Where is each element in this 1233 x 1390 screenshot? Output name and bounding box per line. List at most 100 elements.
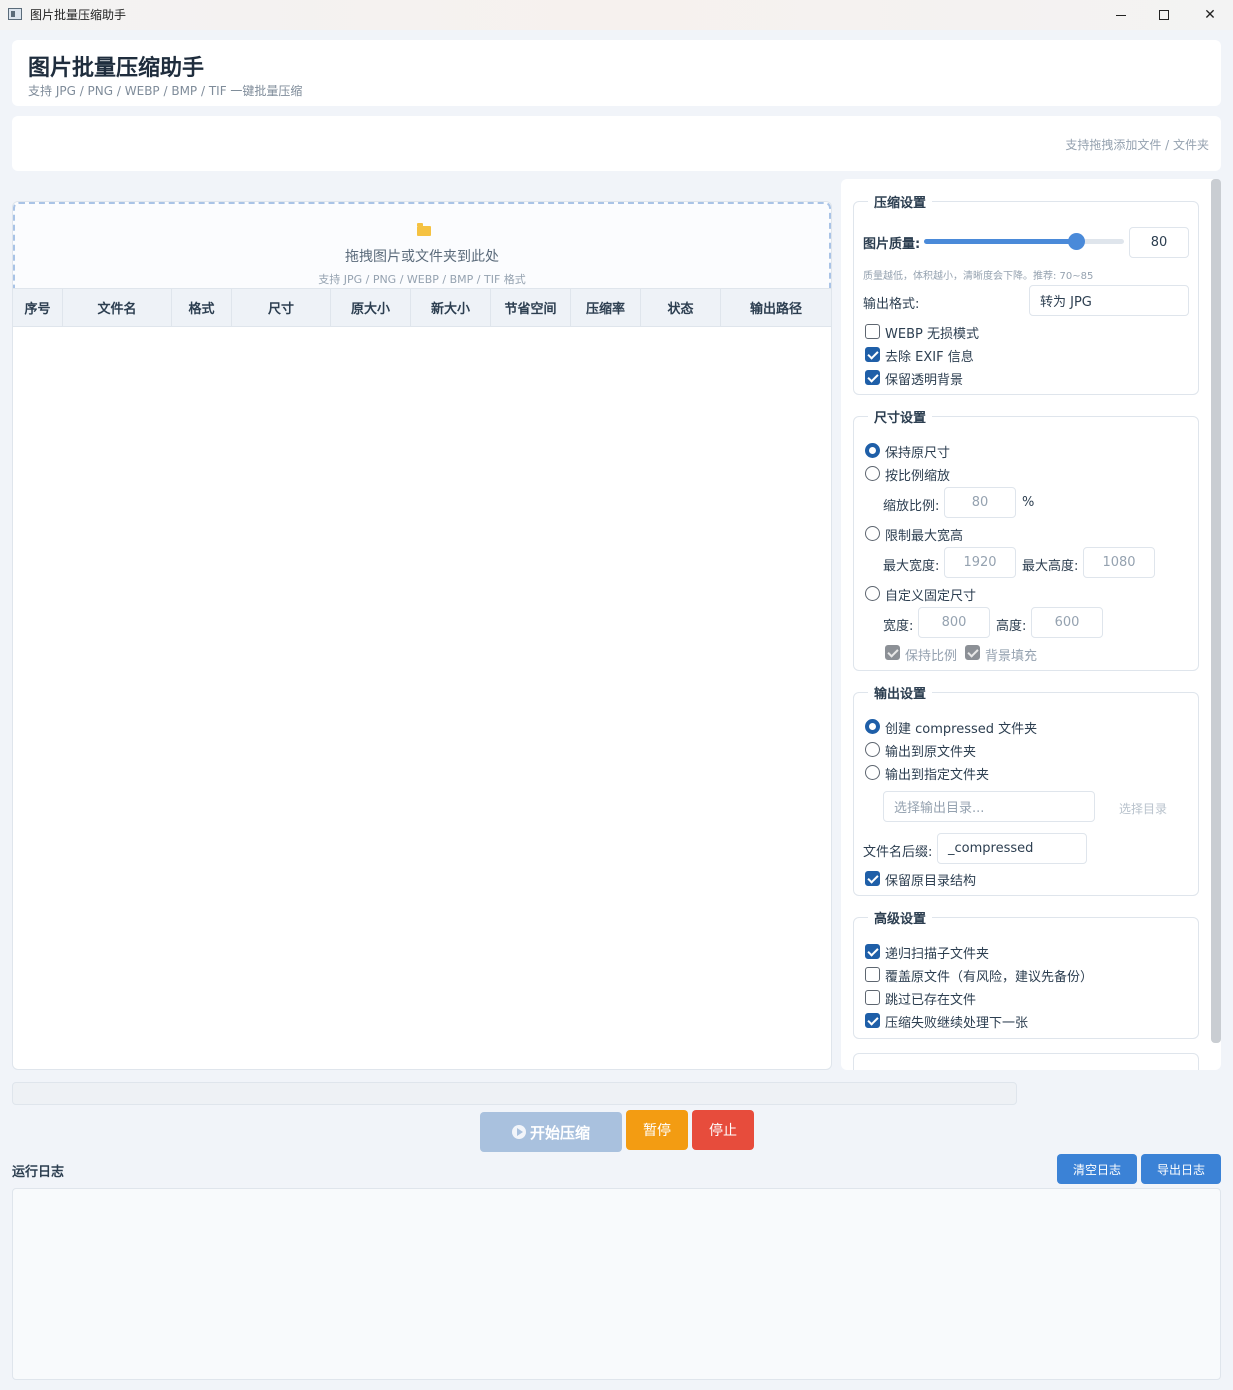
output-dir-input[interactable]: 选择输出目录... — [883, 791, 1095, 822]
play-icon — [511, 1125, 526, 1139]
header-card: 图片批量压缩助手 支持 JPG / PNG / WEBP / BMP / TIF… — [12, 40, 1221, 106]
clear-log-button[interactable]: 清空日志 — [1057, 1154, 1137, 1184]
file-list-panel[interactable]: 拖拽图片或文件夹到此处 支持 JPG / PNG / WEBP / BMP / … — [12, 201, 832, 1070]
scale-ratio-input[interactable]: 80 — [944, 487, 1016, 518]
title-bar: 图片批量压缩助手 ✕ — [0, 0, 1233, 30]
column-header[interactable]: 尺寸 — [232, 289, 331, 326]
next-settings-group — [853, 1053, 1199, 1070]
create-folder-label[interactable]: 创建 compressed 文件夹 — [885, 718, 1037, 737]
column-header[interactable]: 格式 — [172, 289, 232, 326]
width-input[interactable]: 800 — [918, 607, 990, 638]
column-header[interactable]: 节省空间 — [491, 289, 571, 326]
advanced-settings-group: 高级设置 递归扫描子文件夹 覆盖原文件（有风险，建议先备份） 跳过已存在文件 压… — [853, 908, 1199, 1039]
to-original-label[interactable]: 输出到原文件夹 — [885, 741, 976, 760]
close-icon: ✕ — [1204, 7, 1216, 23]
column-header[interactable]: 压缩率 — [571, 289, 641, 326]
webp-lossless-checkbox[interactable] — [865, 324, 880, 339]
webp-lossless-label[interactable]: WEBP 无损模式 — [885, 323, 979, 342]
strip-exif-label[interactable]: 去除 EXIF 信息 — [885, 346, 974, 365]
quality-slider-fill — [924, 239, 1078, 244]
keep-structure-label[interactable]: 保留原目录结构 — [885, 870, 976, 889]
drop-zone[interactable]: 拖拽图片或文件夹到此处 支持 JPG / PNG / WEBP / BMP / … — [13, 202, 831, 288]
settings-panel[interactable]: 压缩设置 图片质量: 80 质量越低，体积越小，清晰度会下降。推荐: 70~85… — [841, 179, 1221, 1070]
max-width-label: 最大宽度: — [883, 559, 940, 574]
to-custom-label[interactable]: 输出到指定文件夹 — [885, 764, 989, 783]
stop-button[interactable]: 停止 — [692, 1110, 754, 1150]
page-title: 图片批量压缩助手 — [28, 56, 205, 81]
format-select[interactable]: 转为 JPG — [1029, 285, 1189, 316]
progress-bar — [12, 1082, 1017, 1105]
column-header[interactable]: 状态 — [641, 289, 721, 326]
recursive-label[interactable]: 递归扫描子文件夹 — [885, 943, 989, 962]
log-title: 运行日志 — [12, 1165, 65, 1180]
choose-dir-button[interactable]: 选择目录 — [1119, 800, 1167, 817]
create-folder-radio[interactable] — [865, 719, 880, 734]
limit-radio[interactable] — [865, 526, 880, 541]
scale-label[interactable]: 按比例缩放 — [885, 465, 950, 484]
folder-icon — [417, 223, 431, 236]
limit-label[interactable]: 限制最大宽高 — [885, 525, 963, 544]
recursive-checkbox[interactable] — [865, 944, 880, 959]
maximize-button[interactable] — [1141, 0, 1187, 30]
format-label: 输出格式: — [863, 297, 920, 312]
keep-original-radio[interactable] — [865, 443, 880, 458]
group-title: 尺寸设置 — [868, 407, 933, 426]
minimize-button[interactable] — [1098, 0, 1144, 30]
suffix-input[interactable]: _compressed — [937, 833, 1087, 864]
column-header[interactable]: 原大小 — [331, 289, 411, 326]
max-height-label: 最大高度: — [1022, 559, 1079, 574]
keep-ratio-checkbox[interactable] — [885, 645, 900, 660]
quality-note: 质量越低，体积越小，清晰度会下降。推荐: 70~85 — [863, 271, 1094, 282]
overwrite-checkbox[interactable] — [865, 967, 880, 982]
start-compress-label: 开始压缩 — [529, 1123, 590, 1142]
suffix-label: 文件名后缀: — [863, 845, 933, 860]
group-title: 高级设置 — [868, 908, 933, 927]
scale-ratio-label: 缩放比例: — [883, 499, 940, 514]
continue-on-error-checkbox[interactable] — [865, 1013, 880, 1028]
drop-zone-subtitle: 支持 JPG / PNG / WEBP / BMP / TIF 格式 — [318, 273, 526, 286]
output-settings-group: 输出设置 创建 compressed 文件夹 输出到原文件夹 输出到指定文件夹 … — [853, 683, 1199, 896]
to-custom-radio[interactable] — [865, 765, 880, 780]
column-header[interactable]: 输出路径 — [721, 289, 831, 326]
skip-existing-label[interactable]: 跳过已存在文件 — [885, 989, 976, 1008]
settings-scrollbar[interactable] — [1211, 179, 1221, 1043]
scale-unit: % — [1022, 495, 1035, 510]
keep-structure-checkbox[interactable] — [865, 871, 880, 886]
height-input[interactable]: 600 — [1031, 607, 1103, 638]
column-header[interactable]: 文件名 — [63, 289, 172, 326]
pause-button[interactable]: 暂停 — [626, 1110, 688, 1150]
bg-fill-checkbox[interactable] — [965, 645, 980, 660]
page-subtitle: 支持 JPG / PNG / WEBP / BMP / TIF 一键批量压缩 — [28, 84, 303, 98]
continue-on-error-label[interactable]: 压缩失败继续处理下一张 — [885, 1012, 1028, 1031]
width-label: 宽度: — [883, 619, 914, 634]
bg-fill-label[interactable]: 背景填充 — [985, 645, 1037, 664]
column-header[interactable]: 序号 — [13, 289, 63, 326]
keep-ratio-label[interactable]: 保持比例 — [905, 645, 957, 664]
custom-size-radio[interactable] — [865, 586, 880, 601]
table-header: 序号 文件名 格式 尺寸 原大小 新大小 节省空间 压缩率 状态 输出路径 — [13, 288, 831, 327]
keep-alpha-checkbox[interactable] — [865, 370, 880, 385]
column-header[interactable]: 新大小 — [411, 289, 491, 326]
keep-alpha-label[interactable]: 保留透明背景 — [885, 369, 963, 388]
overwrite-label[interactable]: 覆盖原文件（有风险，建议先备份） — [885, 966, 1093, 985]
drag-hint: 支持拖拽添加文件 / 文件夹 — [1065, 138, 1209, 152]
log-output[interactable] — [12, 1188, 1221, 1380]
window-title: 图片批量压缩助手 — [30, 8, 127, 22]
max-height-input[interactable]: 1080 — [1083, 547, 1155, 578]
start-compress-button[interactable]: 开始压缩 — [480, 1112, 622, 1152]
quality-slider-handle[interactable] — [1068, 233, 1085, 250]
minimize-icon — [1116, 14, 1126, 16]
close-button[interactable]: ✕ — [1187, 0, 1233, 30]
size-settings-group: 尺寸设置 保持原尺寸 按比例缩放 缩放比例: 80 % 限制最大宽高 最大宽度:… — [853, 407, 1199, 671]
export-log-button[interactable]: 导出日志 — [1141, 1154, 1221, 1184]
keep-original-label[interactable]: 保持原尺寸 — [885, 442, 950, 461]
quality-spinbox[interactable]: 80 — [1129, 227, 1189, 258]
scale-radio[interactable] — [865, 466, 880, 481]
to-original-radio[interactable] — [865, 742, 880, 757]
skip-existing-checkbox[interactable] — [865, 990, 880, 1005]
max-width-input[interactable]: 1920 — [944, 547, 1016, 578]
strip-exif-checkbox[interactable] — [865, 347, 880, 362]
height-label: 高度: — [996, 619, 1027, 634]
custom-size-label[interactable]: 自定义固定尺寸 — [885, 585, 976, 604]
group-title: 输出设置 — [868, 683, 933, 702]
